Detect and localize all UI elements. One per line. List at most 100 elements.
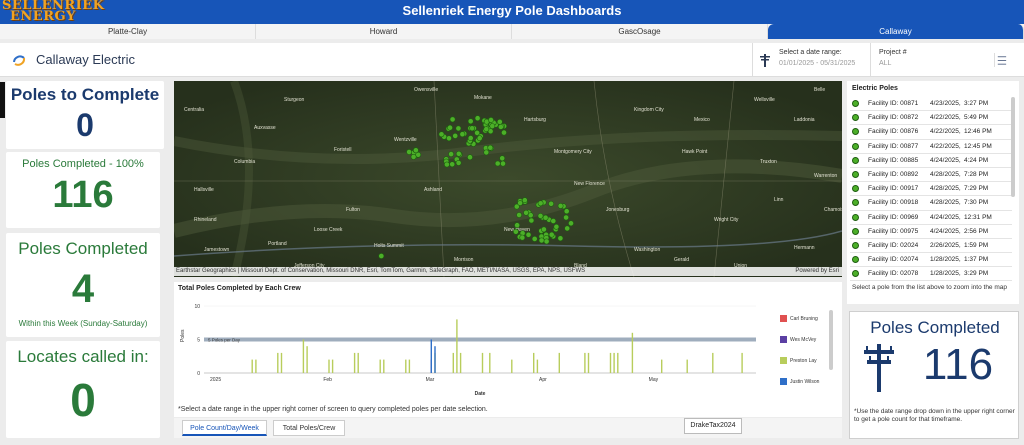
pole-list-item[interactable]: Facility ID: 00871 4/23/2025, 3:27 PM xyxy=(850,97,1012,112)
pole-list-item[interactable]: Facility ID: 00975 4/24/2025, 2:56 PM xyxy=(850,225,1012,239)
pole-marker[interactable] xyxy=(531,235,538,242)
date-range-selector[interactable]: Select a date range: 01/01/2025 - 05/31/… xyxy=(752,43,870,77)
pole-marker[interactable] xyxy=(553,223,560,230)
pole-marker[interactable] xyxy=(494,160,501,167)
pole-list-item[interactable]: Facility ID: 00885 4/24/2025, 4:24 PM xyxy=(850,154,1012,168)
pole-marker[interactable] xyxy=(516,212,522,218)
pole-marker[interactable] xyxy=(521,197,528,204)
pole-marker[interactable] xyxy=(488,117,494,123)
pole-marker[interactable] xyxy=(519,234,526,241)
pole-date: 1/28/2025, xyxy=(930,256,961,264)
pole-list-item[interactable]: Facility ID: 00876 4/22/2025, 12:46 PM xyxy=(850,125,1012,140)
pole-list-item[interactable]: Facility ID: 00877 4/22/2025, 12:45 PM xyxy=(850,140,1012,154)
pole-list-item[interactable]: Facility ID: 00969 4/24/2025, 12:31 PM xyxy=(850,211,1012,225)
tab-callaway[interactable]: Callaway xyxy=(768,24,1024,39)
pole-marker[interactable] xyxy=(455,160,462,166)
map-attribution: Earthstar Geographics | Missouri Dept. o… xyxy=(174,267,842,276)
satellite-map[interactable]: Auxvasse Columbia Fulton Jamestown Portland M… xyxy=(174,81,842,277)
pole-marker[interactable] xyxy=(438,131,445,138)
pole-marker[interactable] xyxy=(563,208,570,215)
pole-marker[interactable] xyxy=(459,131,466,138)
hamburger-menu-icon[interactable] xyxy=(994,53,1008,67)
pole-marker[interactable] xyxy=(378,253,385,259)
pole-marker[interactable] xyxy=(483,149,490,156)
pole-list-item[interactable]: Facility ID: 02074 1/28/2025, 1:37 PM xyxy=(850,253,1012,268)
pole-marker[interactable] xyxy=(500,160,506,167)
pole-marker[interactable] xyxy=(501,129,507,136)
pole-marker[interactable] xyxy=(542,214,549,221)
pole-marker[interactable] xyxy=(446,135,452,142)
pole-marker[interactable] xyxy=(537,212,544,219)
pole-marker[interactable] xyxy=(447,124,453,131)
pole-marker[interactable] xyxy=(514,222,520,229)
pole-marker[interactable] xyxy=(523,209,529,216)
pole-marker[interactable] xyxy=(469,125,475,132)
pole-marker[interactable] xyxy=(564,225,571,232)
date-range-value[interactable]: 01/01/2025 - 05/31/2025 xyxy=(779,60,855,67)
pole-marker[interactable] xyxy=(452,133,459,139)
pole-marker[interactable] xyxy=(449,116,456,123)
pole-marker[interactable] xyxy=(499,155,506,162)
pole-marker[interactable] xyxy=(476,135,483,142)
legend-item[interactable]: Wes McVey xyxy=(780,334,832,355)
pole-marker[interactable] xyxy=(487,144,494,151)
pole-marker[interactable] xyxy=(467,118,474,125)
tab-platte-clay[interactable]: Platte-Clay xyxy=(0,24,256,39)
pole-list-item[interactable]: Facility ID: 02078 1/28/2025, 3:29 PM xyxy=(850,267,1012,282)
pole-date: 4/24/2025, xyxy=(930,227,961,235)
pole-marker[interactable] xyxy=(540,226,547,233)
pole-marker[interactable] xyxy=(455,125,462,132)
tab-gascosage[interactable]: GascOsage xyxy=(512,24,768,39)
legend-item[interactable]: Preston Lay xyxy=(780,355,832,376)
pole-marker[interactable] xyxy=(538,237,545,244)
pole-list-item[interactable]: Facility ID: 00917 4/28/2025, 7:29 PM xyxy=(850,182,1012,197)
subheader: Callaway Electric Select a date range: 0… xyxy=(0,43,1024,77)
pole-marker[interactable] xyxy=(406,149,412,155)
pole-marker[interactable] xyxy=(548,231,555,238)
pole-marker[interactable] xyxy=(496,119,503,125)
pole-marker[interactable] xyxy=(449,161,456,168)
tab-total-poles-crew[interactable]: Total Poles/Crew xyxy=(273,420,345,436)
pole-marker[interactable] xyxy=(525,231,532,238)
powered-by-esri[interactable]: Powered by Esri xyxy=(795,267,839,276)
map-canvas[interactable]: Auxvasse Columbia Fulton Jamestown Portland M… xyxy=(174,81,842,277)
tab-howard[interactable]: Howard xyxy=(256,24,512,39)
pole-marker[interactable] xyxy=(548,200,554,207)
pole-list-item[interactable]: Facility ID: 00918 4/28/2025, 7:30 PM xyxy=(850,196,1012,211)
pole-marker[interactable] xyxy=(474,115,481,122)
project-selector[interactable]: Project # ALL xyxy=(870,43,992,77)
pole-marker[interactable] xyxy=(528,217,535,224)
pole-list-item[interactable]: Facility ID: 02024 2/26/2025, 1:59 PM xyxy=(850,239,1012,254)
pole-marker[interactable] xyxy=(543,238,550,245)
pole-marker[interactable] xyxy=(467,154,473,161)
pole-marker[interactable] xyxy=(537,200,544,207)
pole-marker[interactable] xyxy=(512,228,519,235)
legend-item[interactable]: Justin Wilson xyxy=(780,376,832,397)
project-value[interactable]: ALL xyxy=(879,60,891,67)
pole-marker[interactable] xyxy=(467,135,474,141)
tab-pole-count-day-week[interactable]: Pole Count/Day/Week xyxy=(182,420,267,436)
electric-poles-list: Facility ID: 00871 4/23/2025, 3:27 PM Facil… xyxy=(850,97,1012,288)
map-place-label: Linn xyxy=(774,197,784,203)
pole-marker[interactable] xyxy=(557,203,564,209)
pole-marker[interactable] xyxy=(568,220,574,227)
pole-marker[interactable] xyxy=(410,154,417,160)
pole-marker[interactable] xyxy=(517,200,523,206)
pole-marker[interactable] xyxy=(489,123,496,129)
pole-marker[interactable] xyxy=(557,235,564,242)
pole-marker[interactable] xyxy=(412,147,419,154)
pole-marker[interactable] xyxy=(443,161,450,168)
pole-marker[interactable] xyxy=(563,214,569,221)
pole-list-item[interactable]: Facility ID: 00872 4/22/2025, 5:49 PM xyxy=(850,111,1012,126)
pole-marker[interactable] xyxy=(497,124,504,130)
locates-called-value: 0 xyxy=(70,374,96,426)
legend-item[interactable]: Carl Bruning xyxy=(780,313,832,334)
pole-marker[interactable] xyxy=(455,150,462,157)
pole-list-item[interactable]: Facility ID: 00892 4/28/2025, 7:28 PM xyxy=(850,168,1012,183)
app-header: SELLENRIEK ENERGY Sellenriek Energy Pole… xyxy=(0,0,1024,24)
pole-marker[interactable] xyxy=(550,218,557,224)
pole-marker[interactable] xyxy=(483,126,490,132)
poles-list-scrollbar[interactable] xyxy=(1011,97,1015,197)
pole-marker[interactable] xyxy=(448,151,454,157)
legend-scrollbar[interactable] xyxy=(829,310,833,370)
